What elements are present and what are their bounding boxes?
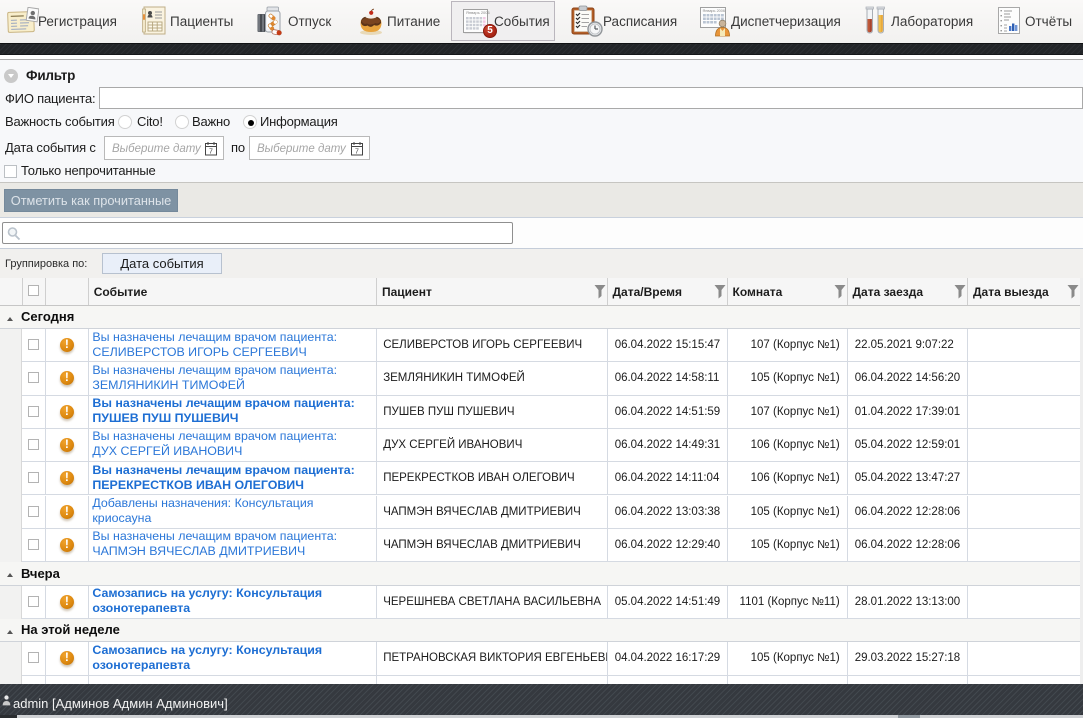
svg-text:7: 7 xyxy=(355,149,359,156)
svg-text:Январь 2006: Январь 2006 xyxy=(703,9,726,13)
svg-text:7: 7 xyxy=(209,149,213,156)
svg-text:Январь 2006: Январь 2006 xyxy=(466,10,490,15)
